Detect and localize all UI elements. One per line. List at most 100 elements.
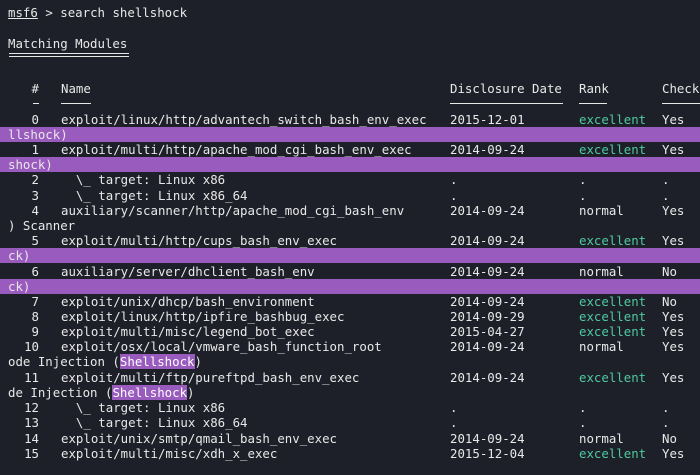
row-rank: excellent [579,324,647,339]
wrapped-text: ck) [8,279,31,294]
wrapped-text: ode Injection (Shellshock) [8,354,202,369]
table-row: 7 exploit/unix/dhcp/bash_environment 201… [0,294,700,309]
row-date: 2014-09-29 [450,309,525,324]
row-name: exploit/multi/http/cups_bash_env_exec [61,233,338,248]
highlight-bar [0,127,700,142]
wrap-prefix: de Injection ( [8,385,113,400]
row-name: exploit/multi/http/apache_mod_cgi_bash_e… [61,142,412,157]
row-id: 4 [31,203,39,218]
wrapped-text: ck) [8,248,31,263]
row-check: Yes [662,142,685,157]
table-row: 13 \_ target: Linux x86_64 . . . [0,415,700,430]
row-id: 11 [24,370,39,385]
table-row: 4 auxiliary/scanner/http/apache_mod_cgi_… [0,203,700,218]
row-date: 2015-12-04 [450,446,525,461]
row-name: \_ target: Linux x86 [61,400,226,415]
row-check: . [662,400,670,415]
row-rank: . [579,188,587,203]
row-id: 15 [24,446,39,461]
row-rank: . [579,415,587,430]
row-rank: excellent [579,142,647,157]
row-id: 10 [24,339,39,354]
row-id: 1 [31,142,39,157]
heading-underline [9,53,129,54]
row-rank: excellent [579,370,647,385]
row-date: . [450,400,458,415]
row-rank: normal [579,431,624,446]
row-name: \_ target: Linux x86_64 [61,415,248,430]
row-check: Yes [662,309,685,324]
col-header-id: # [31,81,39,96]
row-rank: excellent [579,294,647,309]
header-dash-rank [579,103,607,104]
row-id: 2 [31,172,39,187]
wrapped-text: llshock) [8,127,68,142]
row-name: auxiliary/server/dhclient_bash_env [61,264,315,279]
row-check: No [662,294,677,309]
row-id: 5 [31,233,39,248]
row-date: 2014-09-24 [450,431,525,446]
row-check: Yes [662,339,685,354]
terminal-window[interactable]: msf6 > search shellshock Matching Module… [0,0,700,475]
row-id: 0 [31,112,39,127]
col-header-rank: Rank [579,81,609,96]
row-name: exploit/unix/smtp/qmail_bash_env_exec [61,431,338,446]
row-check: No [662,431,677,446]
row-id: 12 [24,400,39,415]
section-heading: Matching Modules [8,36,128,51]
highlight-bar [0,248,700,263]
row-name: \_ target: Linux x86 [61,172,226,187]
header-dash-id [33,103,39,104]
table-row: 2 \_ target: Linux x86 . . . [0,172,700,187]
table-header: # Name Disclosure Date Rank Check [0,81,700,96]
table-row: 12 \_ target: Linux x86 . . . [0,400,700,415]
command-prompt: msf6 > search shellshock [8,5,187,20]
highlight-bar [0,279,700,294]
row-id: 8 [31,309,39,324]
row-date: 2014-09-24 [450,339,525,354]
row-id: 3 [31,188,39,203]
table-row: 5 exploit/multi/http/cups_bash_env_exec … [0,233,700,248]
row-date: 2014-09-24 [450,264,525,279]
row-name: \_ target: Linux x86_64 [61,188,248,203]
heading-underline-double [9,56,129,57]
row-name: exploit/unix/dhcp/bash_environment [61,294,315,309]
row-name: exploit/linux/http/advantech_switch_bash… [61,112,427,127]
row-rank: excellent [579,309,647,324]
row-id: 6 [31,264,39,279]
wrapped-text: ) Scanner [8,218,76,233]
table-row: 14 exploit/unix/smtp/qmail_bash_env_exec… [0,431,700,446]
row-check: . [662,188,670,203]
row-check: . [662,172,670,187]
row-date: . [450,172,458,187]
header-dash-check [662,103,700,104]
row-rank: normal [579,203,624,218]
col-header-date: Disclosure Date [450,81,562,96]
table-row: 9 exploit/multi/misc/legend_bot_exec 201… [0,324,700,339]
row-check: No [662,264,677,279]
row-check: Yes [662,203,685,218]
row-rank: excellent [579,233,647,248]
prompt-host: msf6 [8,5,38,20]
row-name: exploit/multi/misc/legend_bot_exec [61,324,315,339]
row-rank: excellent [579,446,647,461]
row-name: exploit/linux/http/ipfire_bashbug_exec [61,309,345,324]
table-row: 0 exploit/linux/http/advantech_switch_ba… [0,112,700,127]
row-rank: . [579,172,587,187]
row-name: exploit/multi/misc/xdh_x_exec [61,446,278,461]
header-dash-date [450,103,563,104]
row-name: auxiliary/scanner/http/apache_mod_cgi_ba… [61,203,405,218]
row-check: Yes [662,324,685,339]
row-rank: excellent [579,112,647,127]
row-id: 13 [24,415,39,430]
table-row: 10 exploit/osx/local/vmware_bash_functio… [0,339,700,354]
row-check: Yes [662,446,685,461]
prompt-command: search shellshock [60,5,188,20]
row-check: Yes [662,233,685,248]
row-date: 2015-12-01 [450,112,525,127]
row-date: 2014-09-24 [450,294,525,309]
table-row: 6 auxiliary/server/dhclient_bash_env 201… [0,264,700,279]
row-name: exploit/multi/ftp/pureftpd_bash_env_exec [61,370,360,385]
table-row: 11 exploit/multi/ftp/pureftpd_bash_env_e… [0,370,700,385]
wrapped-text: de Injection (Shellshock) [8,385,195,400]
